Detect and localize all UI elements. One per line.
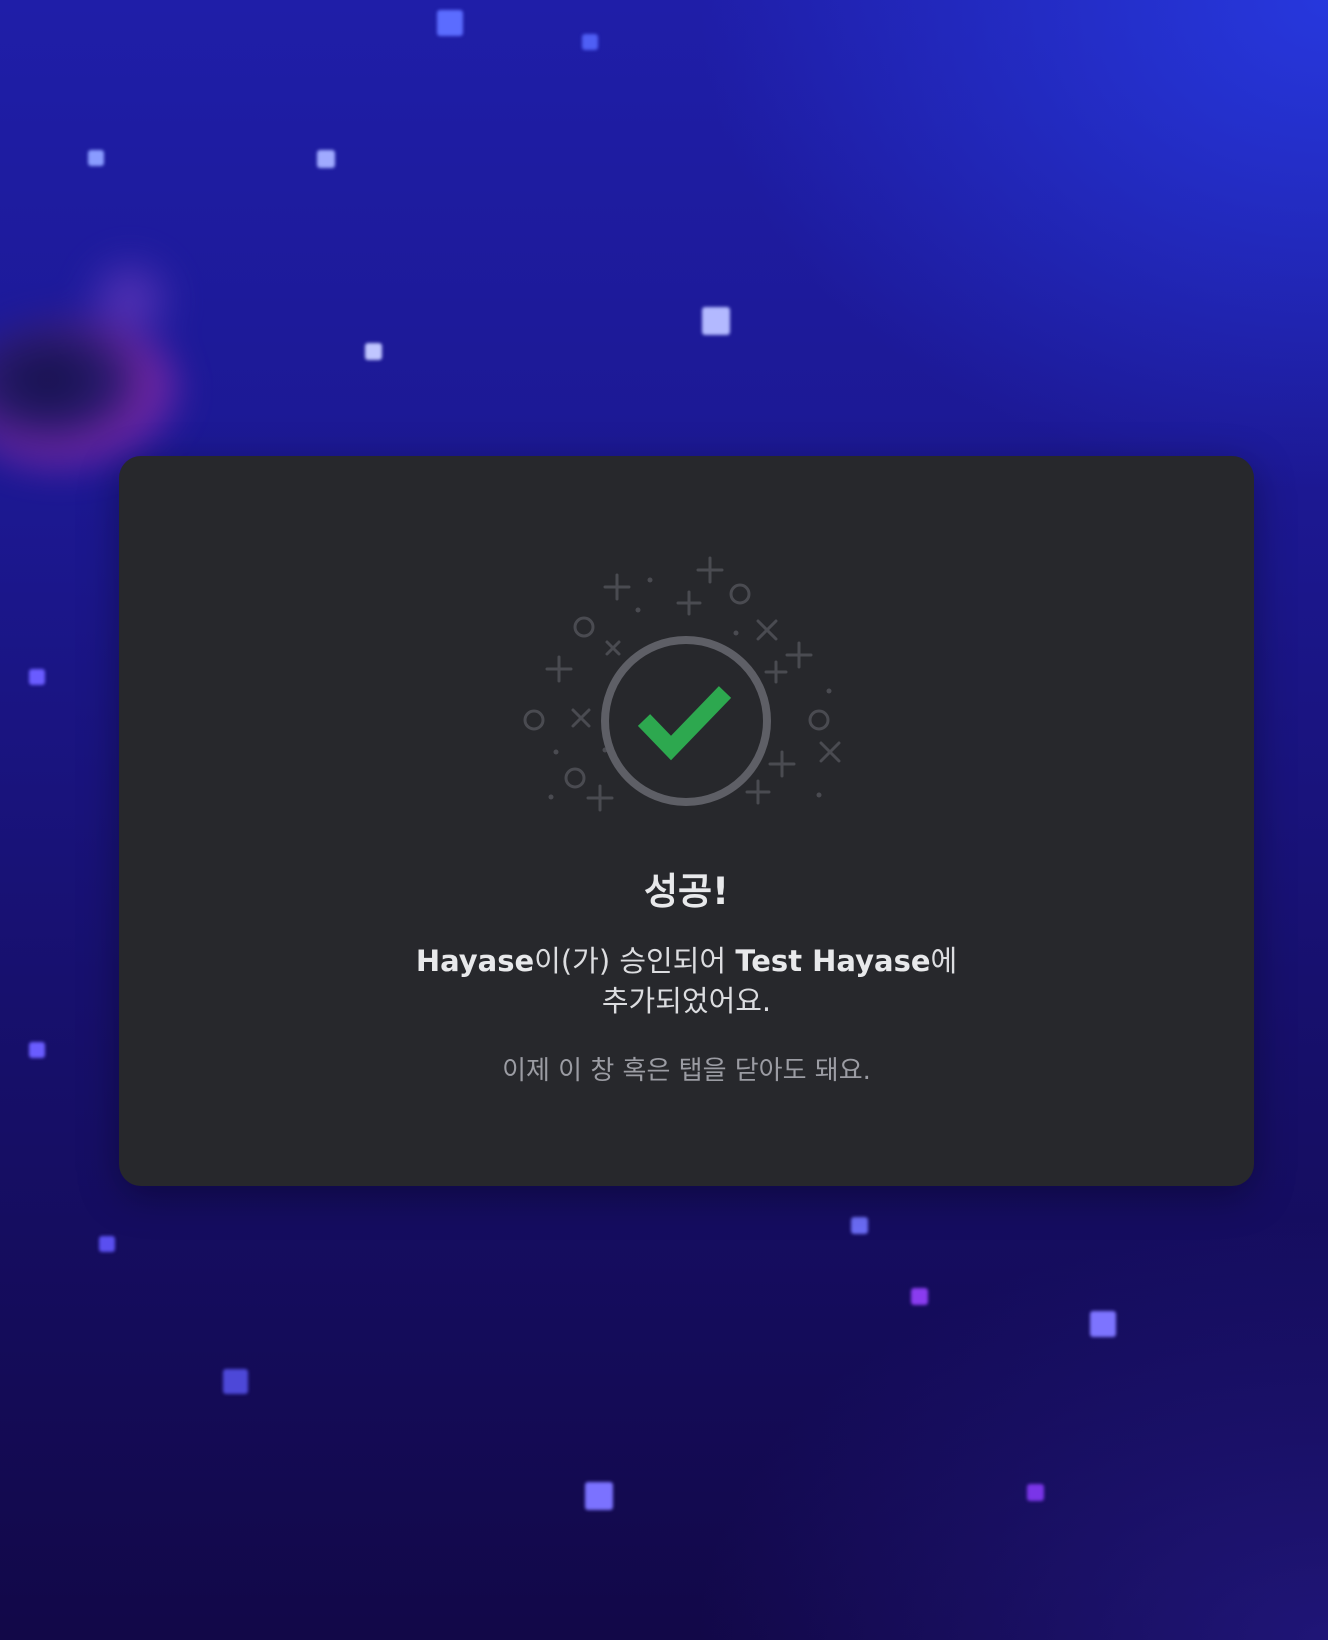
success-message: Hayase이(가) 승인되어 Test Hayase에 추가되었어요.: [409, 941, 964, 1021]
star-decoration: [1090, 1311, 1116, 1337]
star-decoration: [29, 669, 45, 685]
star-decoration: [317, 150, 335, 168]
star-decoration: [437, 10, 463, 36]
message-text-part1: 이(가) 승인되어: [534, 944, 736, 978]
star-decoration: [29, 1042, 45, 1058]
star-decoration: [585, 1482, 613, 1510]
star-decoration: [99, 1236, 115, 1252]
sparkle-decoration: [523, 556, 841, 812]
star-decoration: [1027, 1484, 1044, 1501]
server-name: Test Hayase: [735, 944, 931, 978]
star-decoration: [223, 1369, 248, 1394]
star-decoration: [88, 150, 104, 166]
close-hint: 이제 이 창 혹은 탭을 닫아도 돼요.: [502, 1056, 871, 1086]
star-decoration: [365, 343, 382, 360]
star-decoration: [702, 307, 730, 335]
star-decoration: [582, 34, 598, 50]
star-decoration: [911, 1288, 928, 1305]
checkmark-icon: [637, 686, 732, 761]
app-name: Hayase: [415, 944, 535, 978]
star-decoration: [851, 1217, 868, 1234]
dialog-title: 성공!: [644, 870, 729, 913]
success-illustration: [523, 556, 841, 812]
success-dialog: 성공! Hayase이(가) 승인되어 Test Hayase에 추가되었어요.…: [119, 456, 1254, 1186]
